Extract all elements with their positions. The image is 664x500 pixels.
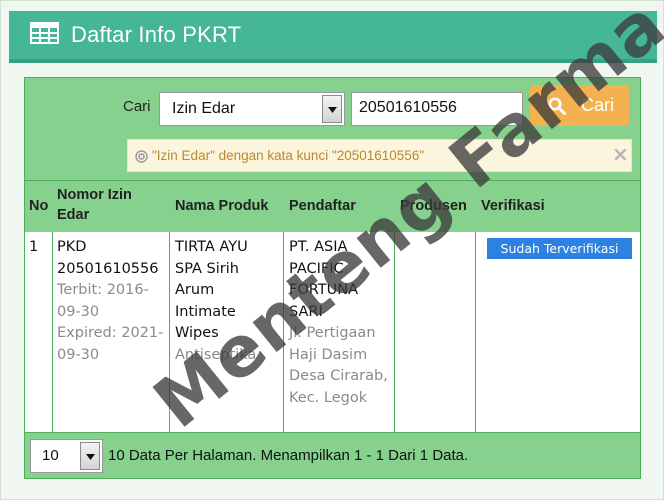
table-row: 1 PKD 20501610556 Terbit: 2016-09-30 Exp… xyxy=(25,232,640,432)
remove-circle-icon[interactable] xyxy=(135,150,148,163)
search-results-box: Cari Izin Edar 20501610556 Cari "Izin Ed… xyxy=(24,77,641,479)
close-icon[interactable]: × xyxy=(612,142,629,166)
cell-no: 1 xyxy=(29,239,39,255)
terbit-date: Terbit: 2016-09-30 xyxy=(57,282,149,320)
nomor-izin-value: PKD 20501610556 xyxy=(57,239,159,277)
search-icon xyxy=(548,97,566,115)
search-alert: "Izin Edar" dengan kata kunci "205016105… xyxy=(127,139,632,172)
search-button[interactable]: Cari xyxy=(530,85,629,126)
pagination-bar: 10 10 Data Per Halaman. Menampilkan 1 - … xyxy=(25,432,640,480)
pagination-info: 10 Data Per Halaman. Menampilkan 1 - 1 D… xyxy=(108,447,469,464)
search-button-label: Cari xyxy=(581,95,615,115)
search-form: Cari Izin Edar 20501610556 Cari xyxy=(25,78,642,134)
search-field-select[interactable]: Izin Edar xyxy=(159,92,345,126)
column-divider xyxy=(169,232,170,432)
dropdown-button[interactable] xyxy=(80,442,100,470)
cell-nama-produk: TIRTA AYU SPA Sirih Arum Intimate Wipes … xyxy=(175,237,279,366)
dropdown-button[interactable] xyxy=(322,95,342,123)
table-icon xyxy=(30,22,59,44)
page-title: Daftar Info PKRT xyxy=(71,22,242,47)
verification-badge: Sudah Terverifikasi xyxy=(487,238,632,259)
per-page-select[interactable]: 10 xyxy=(30,439,103,473)
column-divider xyxy=(283,232,284,432)
search-keyword-input[interactable]: 20501610556 xyxy=(351,92,523,126)
column-divider xyxy=(394,232,395,432)
panel-header: Daftar Info PKRT xyxy=(9,11,657,63)
table-header: No Nomor Izin Edar Nama Produk Pendaftar… xyxy=(25,180,640,232)
product-category: Antiseptika xyxy=(175,346,257,363)
column-divider xyxy=(52,232,53,432)
chevron-down-icon xyxy=(328,107,337,113)
pkrt-panel: Daftar Info PKRT Cari Izin Edar 20501610… xyxy=(0,0,664,500)
cell-pendaftar: PT. ASIA PACIFIC FORTUNA SARI Jl. Pertig… xyxy=(289,237,391,409)
expired-date: Expired: 2021-09-30 xyxy=(57,325,164,363)
per-page-value: 10 xyxy=(42,447,59,464)
alert-message: "Izin Edar" dengan kata kunci "205016105… xyxy=(152,148,425,163)
column-divider xyxy=(475,232,476,432)
cell-nomor-izin-edar: PKD 20501610556 Terbit: 2016-09-30 Expir… xyxy=(57,237,167,366)
registrant-address: Jl. Pertigaan Haji Dasim Desa Cirarab, K… xyxy=(289,325,388,406)
search-field-value: Izin Edar xyxy=(172,100,236,117)
product-name: TIRTA AYU SPA Sirih Arum Intimate Wipes xyxy=(175,239,248,341)
column-header-nomor-izin-edar: Nomor Izin Edar xyxy=(57,187,132,223)
search-label: Cari xyxy=(123,98,151,115)
chevron-down-icon xyxy=(86,454,95,460)
registrant-name: PT. ASIA PACIFIC FORTUNA SARI xyxy=(289,239,359,320)
